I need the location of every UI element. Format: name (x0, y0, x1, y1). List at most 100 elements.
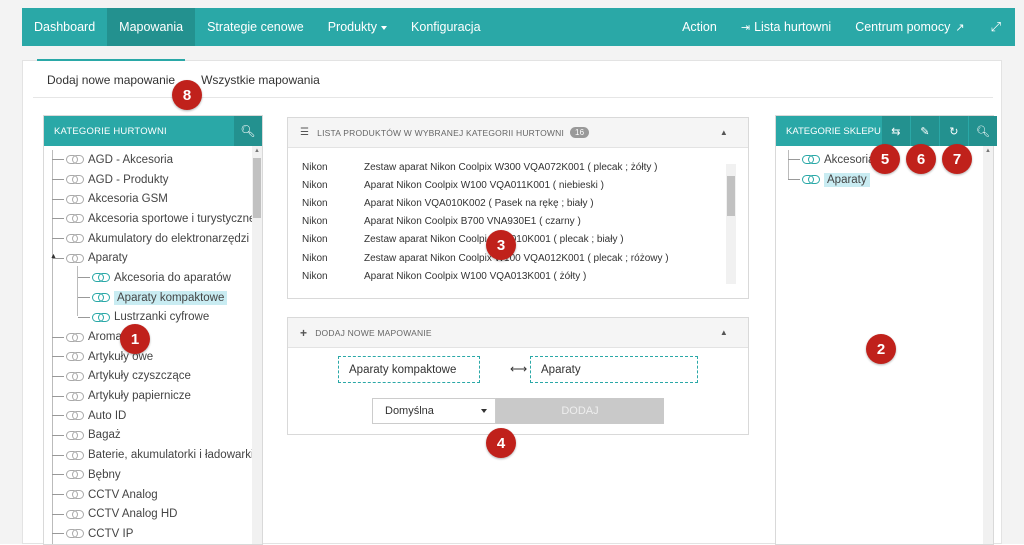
link-icon (66, 234, 84, 244)
nav-item-label: Strategie cenowe (207, 20, 304, 34)
tab-add-mapping[interactable]: Dodaj nowe mapowanie (37, 59, 186, 97)
nav-left-group: Dashboard Mapowania Strategie cenowe Produk… (22, 8, 493, 46)
product-row[interactable]: Nikon Zestaw aparat Nikon Coolpix W100 VQ… (302, 249, 748, 267)
category-tree-item[interactable]: Akcesoria do aparatów (52, 268, 262, 288)
products-scroll-thumb[interactable] (727, 176, 735, 216)
edit-icon[interactable]: ✎ (909, 116, 939, 146)
add-mapping-button[interactable]: DODAJ (496, 398, 664, 424)
nav-item-strategie-cenowe[interactable]: Strategie cenowe (195, 8, 316, 46)
scroll-up-arrow-icon[interactable]: ▲ (985, 148, 991, 154)
nav-item-konfiguracja[interactable]: Konfiguracja (399, 8, 493, 46)
category-tree-item[interactable]: Bębny (52, 465, 262, 485)
source-category-field[interactable]: Aparaty kompaktowe (338, 356, 480, 383)
product-row[interactable]: Nikon Zestaw aparat Nikon Coolpix W300 VQ… (302, 158, 748, 176)
nav-action[interactable]: Action (670, 8, 729, 46)
tree-branch-line (52, 375, 64, 377)
nav-right-group: Action ⇥ Lista hurtowni Centrum pomocy ↗ ⤢ (670, 8, 1015, 46)
category-tree-item[interactable]: Akcesoria GSM (52, 189, 262, 209)
nav-item-label: Konfiguracja (411, 20, 481, 34)
category-label: Akcesoria GSM (88, 193, 168, 206)
category-tree-item[interactable]: CCTV Analog (52, 485, 262, 505)
category-tree-item[interactable]: Artykuły papiernicze (52, 386, 262, 406)
scroll-up-arrow-icon[interactable]: ▲ (254, 148, 260, 154)
refresh-icon[interactable]: ↻ (938, 116, 968, 146)
nav-action-label: Action (682, 20, 717, 34)
nav-help[interactable]: Centrum pomocy ↗ (843, 8, 976, 46)
product-row[interactable]: Nikon Aparat Nikon Coolpix B700 VNA930E1 … (302, 213, 748, 231)
collapse-up-icon[interactable]: ▲ (720, 128, 728, 137)
category-tree-item[interactable]: Artykuły owe (52, 347, 262, 367)
category-tree-item[interactable]: CCTV IP (52, 524, 262, 544)
shop-categories-title: KATEGORIE SKLEPU (786, 125, 881, 137)
shop-categories-toolbar: ⇆ ✎ ↻ 🔍︎ (880, 116, 997, 146)
product-row[interactable]: Nikon Aparat Nikon Coolpix W100 VQA013K00… (302, 267, 748, 285)
search-icon[interactable]: 🔍︎ (234, 116, 262, 146)
tree-branch-line (52, 434, 64, 436)
category-label: Aparaty kompaktowe (114, 290, 228, 305)
wholesaler-category-tree: AGD - Akcesoria AGD - Produkty Akcesoria G… (44, 146, 262, 544)
tree-branch-line (788, 179, 800, 181)
list-icon: ☰ (300, 127, 310, 138)
category-tree-item[interactable]: Akumulatory do elektronarzędzi (52, 229, 262, 249)
product-row[interactable]: Nikon Zestaw aparat Nikon Coolpi VQA010K0… (302, 231, 748, 249)
callout-marker-8: 8 (172, 80, 202, 110)
search-icon[interactable]: 🔍︎ (967, 116, 997, 146)
sign-out-icon: ⇥ (740, 21, 751, 34)
nav-item-label: Produkty (327, 20, 378, 34)
expand-toggle-icon[interactable]: ▲ (50, 253, 57, 260)
left-tree-scrollbar[interactable]: ▲ (252, 146, 262, 544)
nav-wholesalers[interactable]: ⇥ Lista hurtowni (729, 8, 843, 46)
category-tree-item[interactable]: ▲ Aparaty (50, 248, 262, 268)
top-navbar: Dashboard Mapowania Strategie cenowe Produk… (22, 8, 1015, 46)
category-tree-item[interactable]: Artykuły czyszczące (52, 367, 262, 387)
tab-all-mappings[interactable]: Wszystkie mapowania (191, 59, 330, 97)
category-tree-item[interactable]: Aromat (52, 327, 262, 347)
category-tree-item[interactable]: AGD - Akcesoria (52, 150, 262, 170)
category-tree-item[interactable]: AGD - Produkty (52, 170, 262, 190)
nav-item-produkty[interactable]: Produkty (316, 8, 399, 46)
nav-item-label: Mapowania (119, 20, 184, 34)
right-tree-scrollbar[interactable]: ▲ (983, 146, 993, 544)
link-icon (66, 529, 84, 539)
callout-marker-5: 5 (870, 144, 900, 174)
product-name: Aparat Nikon Coolpix B700 VNA930E1 ( cza… (364, 216, 581, 228)
link-icon (92, 273, 110, 283)
product-row[interactable]: Nikon Aparat Nikon VQA010K002 ( Pasek na … (302, 194, 748, 212)
category-label: Akcesoria (824, 153, 875, 166)
add-mapping-header[interactable]: + DODAJ NOWE MAPOWANIE ▲ (288, 318, 748, 348)
category-tree-item[interactable]: Baterie, akumulatorki i ładowarki (52, 445, 262, 465)
category-tree-item[interactable]: CCTV Analog HD (52, 504, 262, 524)
target-category-field[interactable]: Aparaty (530, 356, 698, 383)
tree-branch-line (52, 395, 64, 397)
product-row[interactable]: Nikon Aparat Nikon Coolpix W100 VQA011K00… (302, 176, 748, 194)
nav-item-label: Dashboard (34, 20, 96, 34)
products-list-header[interactable]: ☰ LISTA PRODUKTÓW W WYBRANEJ KATEGORII H… (288, 118, 748, 148)
product-brand: Nikon (302, 234, 328, 246)
expand-icon[interactable]: ⤢ (977, 8, 1015, 46)
category-label: CCTV Analog (88, 488, 158, 501)
product-name: Aparat Nikon VQA010K002 ( Pasek na rękę … (364, 197, 594, 209)
product-brand: Nikon (302, 179, 328, 191)
category-tree-item[interactable]: Auto ID (52, 406, 262, 426)
category-tree-item[interactable]: Aparaty kompaktowe (52, 288, 262, 308)
callout-marker-4: 4 (486, 428, 516, 458)
product-brand: Nikon (302, 161, 328, 173)
plus-icon: + (300, 325, 308, 340)
nav-item-dashboard[interactable]: Dashboard (22, 8, 107, 46)
collapse-up-icon[interactable]: ▲ (720, 328, 728, 337)
category-tree-item[interactable]: Akcesoria sportowe i turystyczne (52, 209, 262, 229)
price-strategy-value: Domyślna (385, 405, 434, 417)
link-icon (66, 391, 84, 401)
tree-branch-line (52, 218, 64, 220)
nav-item-mapowania[interactable]: Mapowania (107, 8, 196, 46)
link-icon (66, 470, 84, 480)
product-brand: Nikon (302, 270, 328, 282)
products-scrollbar[interactable] (726, 164, 736, 284)
category-tree-item[interactable]: Bagaż (52, 426, 262, 446)
left-scroll-thumb[interactable] (253, 158, 261, 218)
swap-icon[interactable]: ⇆ (880, 116, 910, 146)
shop-categories-panel: KATEGORIE SKLEPU ⇆ ✎ ↻ 🔍︎ Akcesoria Apara… (775, 115, 997, 545)
category-label: Aparaty (824, 172, 870, 187)
category-tree-item[interactable]: Lustrzanki cyfrowe (52, 308, 262, 328)
price-strategy-select[interactable]: Domyślna (372, 398, 496, 424)
